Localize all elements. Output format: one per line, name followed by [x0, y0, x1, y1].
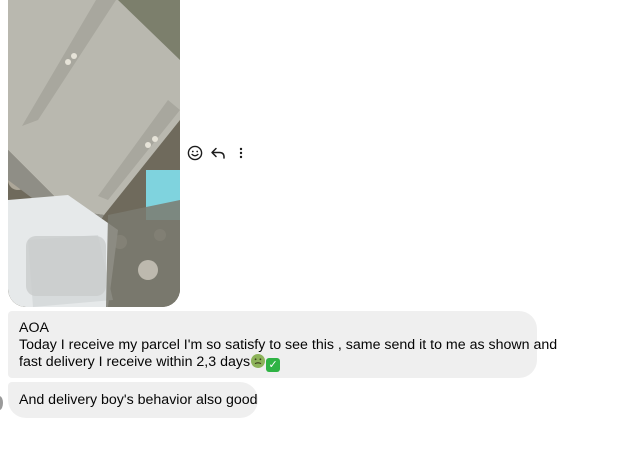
chat-thread: AOA Today I receive my parcel I'm so sat… — [0, 0, 643, 467]
photo-attachment[interactable] — [8, 0, 180, 307]
message-bubble[interactable]: AOA Today I receive my parcel I'm so sat… — [8, 311, 558, 378]
check-mark-button-emoji: ✓ — [266, 358, 281, 372]
message-actions — [186, 143, 250, 163]
vertical-ellipsis-icon[interactable] — [232, 144, 250, 162]
reply-arrow-icon[interactable] — [209, 144, 227, 162]
handbag-photo — [8, 0, 180, 307]
message-bubble[interactable]: And delivery boy's behavior also good — [8, 382, 258, 418]
sender-avatar[interactable] — [0, 396, 3, 410]
message-line: And delivery boy's behavior also good — [19, 392, 258, 408]
message-line: fast delivery I receive within 2,3 days ✓ — [19, 354, 525, 372]
nauseated-face-emoji — [251, 354, 266, 368]
smiley-face-icon[interactable] — [186, 144, 204, 162]
message-line: AOA — [19, 320, 49, 336]
message-line-text: fast delivery I receive within 2,3 days — [19, 354, 251, 370]
message-line: Today I receive my parcel I'm so satisfy… — [19, 337, 558, 353]
